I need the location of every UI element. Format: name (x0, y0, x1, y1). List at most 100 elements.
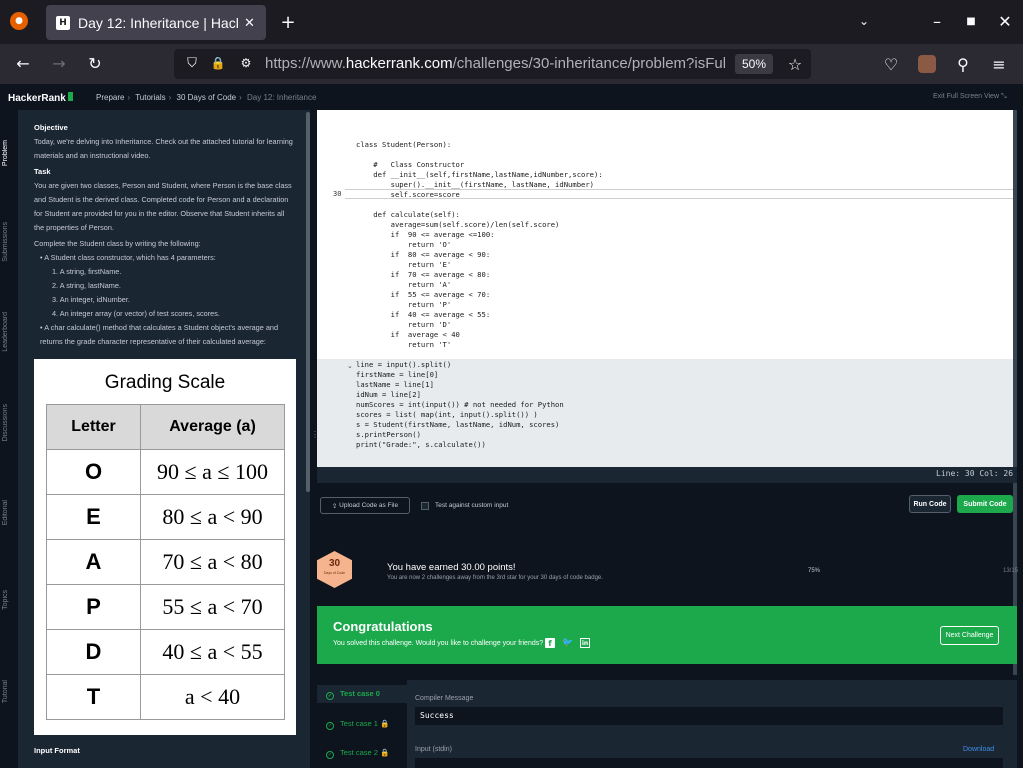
test-case-1[interactable]: ✓ Test case 1 🔒 (326, 719, 389, 730)
code-line[interactable]: if 40 <= average < 55: (356, 310, 491, 319)
shield-icon[interactable]: ⛉ (184, 55, 200, 71)
bullet-constructor: • A Student class constructor, which has… (40, 253, 216, 262)
grading-row: A 70 ≤ a < 80 (46, 539, 285, 585)
extensions-icon[interactable]: ⚲ (954, 55, 972, 74)
list-tabs-icon[interactable]: ⌄ (855, 12, 873, 30)
param-text: An integer, idNumber. (59, 295, 130, 304)
breadcrumb-current: Day 12: Inheritance (247, 93, 317, 102)
congratulations-banner (317, 606, 1017, 664)
pane-resize-handle[interactable]: ⋮ (311, 430, 319, 446)
code-line[interactable]: self.score=score (356, 190, 464, 199)
congratulations-subtitle: You solved this challenge. Would you lik… (333, 640, 544, 647)
url-text[interactable]: https://www.hackerrank.com/challenges/30… (265, 55, 725, 72)
tab-editorial[interactable]: Editorial (2, 500, 9, 525)
download-link[interactable]: Download (963, 746, 994, 753)
grade-range: 40 ≤ a < 55 (140, 629, 285, 675)
code-line[interactable]: return 'P' (356, 300, 451, 309)
code-line[interactable]: return 'T' (356, 340, 451, 349)
tab-tutorial[interactable]: Tutorial (2, 680, 9, 703)
locked-code-line: s = Student(firstName, lastName, idNum, … (356, 420, 560, 429)
extension-avatar-icon[interactable] (918, 55, 936, 73)
code-line[interactable]: if 55 <= average < 70: (356, 290, 491, 299)
grade-range: 90 ≤ a ≤ 100 (140, 449, 285, 495)
twitter-icon[interactable]: 🐦 (562, 638, 573, 648)
input-stdin-label: Input (stdin) (415, 746, 452, 753)
close-tab-icon[interactable]: ✕ (244, 15, 255, 31)
input-stdin-box (415, 758, 1003, 768)
close-window-icon[interactable]: ✕ (996, 12, 1014, 31)
progress-percent: 75% (808, 568, 821, 574)
tab-topics[interactable]: Topics (2, 590, 9, 610)
code-line[interactable]: return 'D' (356, 320, 451, 329)
compiler-message-box: Success (415, 707, 1003, 725)
code-line[interactable]: average=sum(self.score)/len(self.score) (356, 220, 560, 229)
grade-range: 70 ≤ a < 80 (140, 539, 285, 585)
submit-code-button[interactable]: Submit Code (957, 495, 1013, 513)
tab-problem[interactable]: Problem (2, 140, 9, 166)
col-letter: Letter (46, 404, 141, 450)
breadcrumb-30-days[interactable]: 30 Days of Code (177, 93, 237, 102)
code-line[interactable]: super().__init__(firstName, lastName, id… (356, 180, 594, 189)
reload-icon[interactable]: ↻ (86, 54, 104, 73)
cursor-position: Line: 30 Col: 26 (936, 469, 1014, 478)
code-line[interactable]: if 80 <= average < 90: (356, 250, 491, 259)
code-line[interactable]: return 'E' (356, 260, 451, 269)
code-line[interactable]: # Class Constructor (356, 160, 464, 169)
tab-submissions[interactable]: Submissions (2, 222, 9, 262)
run-code-button[interactable]: Run Code (909, 495, 951, 513)
maximize-icon[interactable]: ■ (962, 12, 980, 30)
linkedin-icon[interactable]: in (580, 638, 590, 648)
code-line[interactable]: return 'O' (356, 240, 451, 249)
next-challenge-button[interactable]: Next Challenge (940, 626, 999, 645)
custom-input-checkbox[interactable] (421, 502, 429, 510)
breadcrumb-tutorials[interactable]: Tutorials (135, 93, 165, 102)
problem-scrollbar[interactable] (306, 112, 310, 492)
objective-text: Today, we're delving into Inheritance. C… (34, 137, 293, 160)
badge-text: Days of Code (323, 571, 346, 575)
lock-icon[interactable]: 🔒 (210, 55, 226, 71)
code-line[interactable]: def calculate(self): (356, 210, 460, 219)
menu-icon[interactable]: ≡ (990, 55, 1008, 74)
tab-leaderboard[interactable]: Leaderboard (2, 312, 9, 352)
fold-chevron-icon[interactable]: ⌄ (347, 362, 353, 370)
facebook-icon[interactable]: f (545, 638, 555, 648)
zoom-level[interactable]: 50% (735, 54, 773, 74)
upload-code-button[interactable]: ⇪ Upload Code as File (320, 497, 410, 514)
code-line[interactable]: if average < 40 (356, 330, 460, 339)
exit-fullscreen-link[interactable]: Exit Full Screen View ⤡ (933, 93, 1007, 101)
grade-letter: T (46, 674, 141, 720)
locked-code-line: lastName = line[1] (356, 380, 434, 389)
points-earned: You have earned 30.00 points! (387, 562, 516, 573)
locked-code-line: firstName = line[0] (356, 370, 439, 379)
objective-heading: Objective (34, 123, 68, 132)
url-path: /challenges/30-inheritance/problem?isFul… (452, 55, 725, 72)
check-icon: ✓ (326, 722, 334, 730)
test-case-2[interactable]: ✓ Test case 2 🔒 (326, 748, 389, 759)
hackerrank-logo[interactable]: HackerRank (8, 92, 73, 104)
code-line[interactable]: class Student(Person): (356, 140, 451, 149)
progress-fraction: 13/15 (1003, 568, 1019, 574)
star-icon[interactable]: ☆ (786, 55, 804, 74)
breadcrumb: Prepare › Tutorials › 30 Days of Code › Day… (96, 93, 317, 102)
permissions-icon[interactable]: ⚙ (238, 55, 254, 71)
pocket-icon[interactable]: ♡ (882, 55, 900, 74)
back-icon[interactable]: ← (14, 54, 32, 73)
code-line[interactable]: if 90 <= average <=100: (356, 230, 495, 239)
forward-icon[interactable]: → (50, 54, 68, 73)
tab-discussions[interactable]: Discussions (2, 404, 9, 441)
param-item: 3. An integer, idNumber. (52, 295, 130, 304)
breadcrumb-prepare[interactable]: Prepare (96, 93, 124, 102)
new-tab-icon[interactable]: + (278, 12, 298, 33)
browser-tab[interactable]: H Day 12: Inheritance | HackerRank ✕ (46, 5, 266, 40)
code-line[interactable]: if 70 <= average < 80: (356, 270, 491, 279)
vertical-tabs: Problem Submissions Leaderboard Discussi… (0, 110, 18, 768)
test-case-0[interactable]: ✓ Test case 0 (326, 689, 380, 700)
minimize-icon[interactable]: – (928, 12, 946, 31)
upload-label: Upload Code as File (339, 502, 399, 509)
firefox-icon[interactable]: ● (10, 12, 28, 30)
check-icon: ✓ (326, 692, 334, 700)
code-line[interactable]: return 'A' (356, 280, 451, 289)
editor-scrollbar[interactable] (1013, 110, 1017, 675)
grading-header-row: Letter Average (a) (46, 404, 285, 450)
code-line[interactable]: def __init__(self,firstName,lastName,idN… (356, 170, 602, 179)
